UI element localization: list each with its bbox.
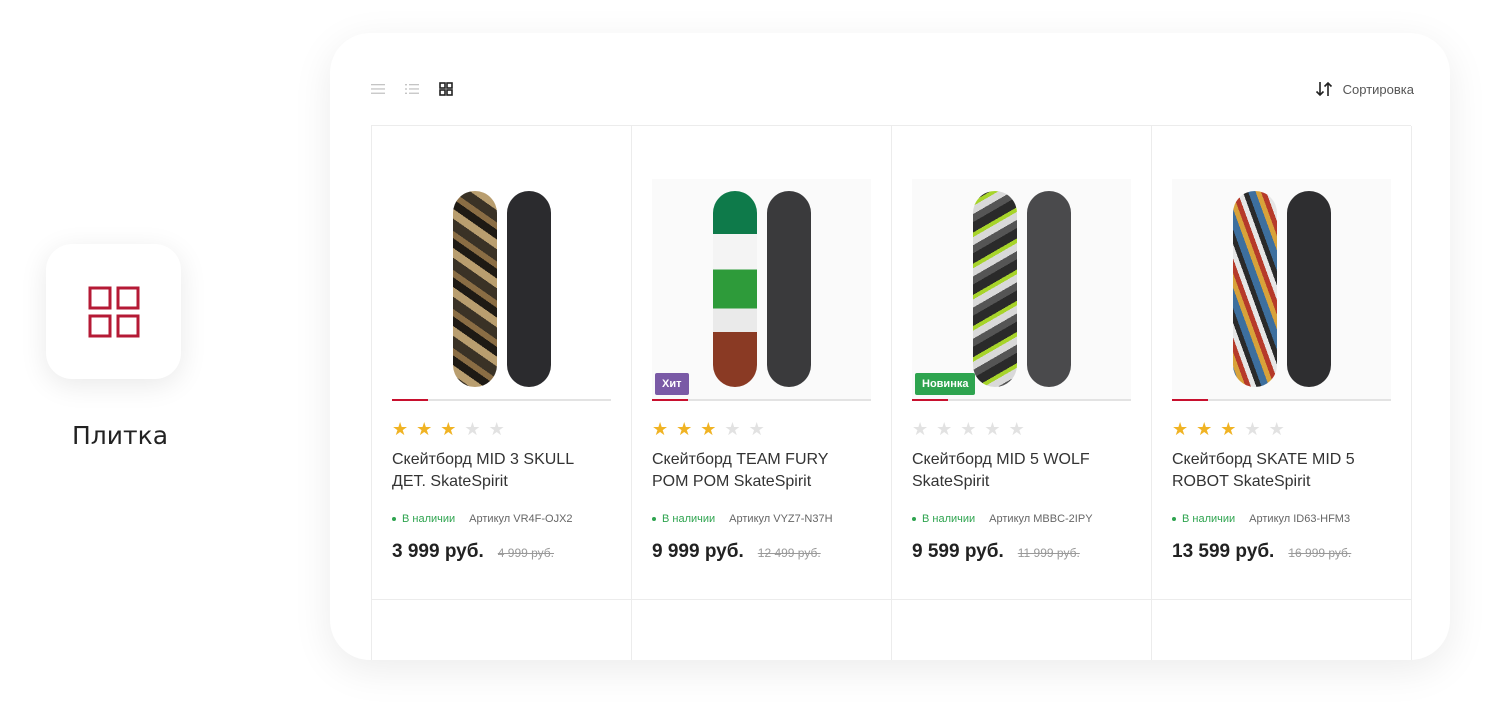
product-meta: В наличии Артикул MBBC-2IPY [912,513,1131,525]
product-sku: Артикул MBBC-2IPY [989,513,1093,525]
current-price: 3 999 руб. [392,541,484,562]
stock-dot [912,517,916,521]
star-icon: ★ [652,419,669,439]
image-accent-line [1172,399,1208,401]
product-sku: Артикул ID63-HFM3 [1249,513,1351,525]
star-icon: ★ [724,419,741,439]
product-prices: 9 599 руб. 11 999 руб. [912,541,1131,563]
product-grid: ★ ★ ★ ★ ★ Скейтборд MID 3 SKULL ДЕТ. SkateSp… [371,125,1412,660]
product-card[interactable]: ★ ★ ★ ★ ★ Скейтборд SKATE MID 5 ROBOT SkateS… [1152,126,1412,600]
rating-stars: ★ ★ ★ ★ ★ [392,419,611,439]
star-icon: ★ [1196,419,1213,439]
rating-stars: ★ ★ ★ ★ ★ [652,419,871,439]
stock-dot [1172,517,1176,521]
product-title[interactable]: Скейтборд MID 5 WOLF SkateSpirit [912,449,1122,493]
skateboard-deck-griptape [1026,191,1071,387]
product-image[interactable]: Новинка [912,179,1131,401]
rating-stars: ★ ★ ★ ★ ★ [912,419,1131,439]
skateboard-deck-graphic [452,191,497,387]
product-title[interactable]: Скейтборд TEAM FURY POM POM SkateSpirit [652,449,862,493]
stock-dot [392,517,396,521]
stock-status: В наличии [922,513,976,525]
star-icon: ★ [700,419,717,439]
star-icon: ★ [1172,419,1189,439]
stock-status: В наличии [1182,513,1236,525]
product-card[interactable]: Новинка ★ ★ ★ ★ ★ Скейтборд MID 5 WOLF Skate… [892,126,1152,600]
catalog-card: Сортировка ★ ★ ★ ★ ★ Скейтборд MID 3 SKULL Д… [330,33,1450,660]
star-icon: ★ [464,419,481,439]
view-switch [370,81,454,97]
stock-status: В наличии [662,513,716,525]
current-price: 9 999 руб. [652,541,744,562]
stock-status: В наличии [402,513,456,525]
star-icon: ★ [416,419,433,439]
skateboard-deck-griptape [506,191,551,387]
star-icon: ★ [1268,419,1285,439]
catalog-toolbar: Сортировка [370,79,1414,99]
feature-tile [46,244,181,379]
stock-dot [652,517,656,521]
product-image[interactable]: Хит [652,179,871,401]
product-title[interactable]: Скейтборд MID 3 SKULL ДЕТ. SkateSpirit [392,449,602,493]
view-tile-button[interactable] [438,81,454,97]
view-compact-list-button[interactable] [404,81,420,97]
product-prices: 9 999 руб. 12 499 руб. [652,541,871,563]
star-icon: ★ [676,419,693,439]
star-icon: ★ [984,419,1001,439]
image-accent-line [392,399,428,401]
list-view-icon [371,84,385,94]
skateboard-deck-griptape [1286,191,1331,387]
product-meta: В наличии Артикул VR4F-OJX2 [392,513,611,525]
star-icon: ★ [936,419,953,439]
star-icon: ★ [488,419,505,439]
skateboard-deck-graphic [972,191,1017,387]
old-price: 16 999 руб. [1288,546,1352,560]
star-icon: ★ [1008,419,1025,439]
skateboard-deck-graphic [712,191,757,387]
view-list-button[interactable] [370,81,386,97]
product-meta: В наличии Артикул VYZ7-N37H [652,513,871,525]
image-accent-line [912,399,948,401]
old-price: 11 999 руб. [1017,546,1080,560]
star-icon: ★ [1220,419,1237,439]
star-icon: ★ [1244,419,1261,439]
badge-hit: Хит [655,373,689,395]
old-price: 12 499 руб. [757,546,821,560]
star-icon: ★ [912,419,929,439]
old-price: 4 999 руб. [497,546,555,560]
star-icon: ★ [748,419,765,439]
image-accent-line [652,399,688,401]
rating-stars: ★ ★ ★ ★ ★ [1172,419,1391,439]
compact-list-view-icon [405,84,419,94]
skateboard-deck-graphic [1232,191,1277,387]
product-card-empty [892,600,1152,660]
feature-label: Плитка [72,421,169,450]
product-card[interactable]: Хит ★ ★ ★ ★ ★ Скейтборд TEAM FURY POM POM Sk… [632,126,892,600]
grid-tile-icon [88,286,139,337]
tile-view-icon [439,82,453,96]
product-image[interactable] [1172,179,1391,401]
product-sku: Артикул VR4F-OJX2 [469,513,573,525]
product-image[interactable] [392,179,611,401]
badge-new: Новинка [915,373,976,395]
sort-button[interactable]: Сортировка [1315,81,1414,97]
skateboard-deck-griptape [766,191,811,387]
product-sku: Артикул VYZ7-N37H [729,513,833,525]
sort-arrows-icon [1315,81,1332,97]
product-card-empty [632,600,892,660]
product-card[interactable]: ★ ★ ★ ★ ★ Скейтборд MID 3 SKULL ДЕТ. SkateSp… [372,126,632,600]
star-icon: ★ [392,419,409,439]
product-card-empty [372,600,632,660]
star-icon: ★ [440,419,457,439]
current-price: 9 599 руб. [912,541,1004,562]
product-prices: 13 599 руб. 16 999 руб. [1172,541,1391,563]
product-prices: 3 999 руб. 4 999 руб. [392,541,611,563]
product-meta: В наличии Артикул ID63-HFM3 [1172,513,1391,525]
product-title[interactable]: Скейтборд SKATE MID 5 ROBOT SkateSpirit [1172,449,1382,493]
sort-label: Сортировка [1342,81,1414,97]
product-card-empty [1152,600,1412,660]
current-price: 13 599 руб. [1172,541,1275,562]
star-icon: ★ [960,419,977,439]
